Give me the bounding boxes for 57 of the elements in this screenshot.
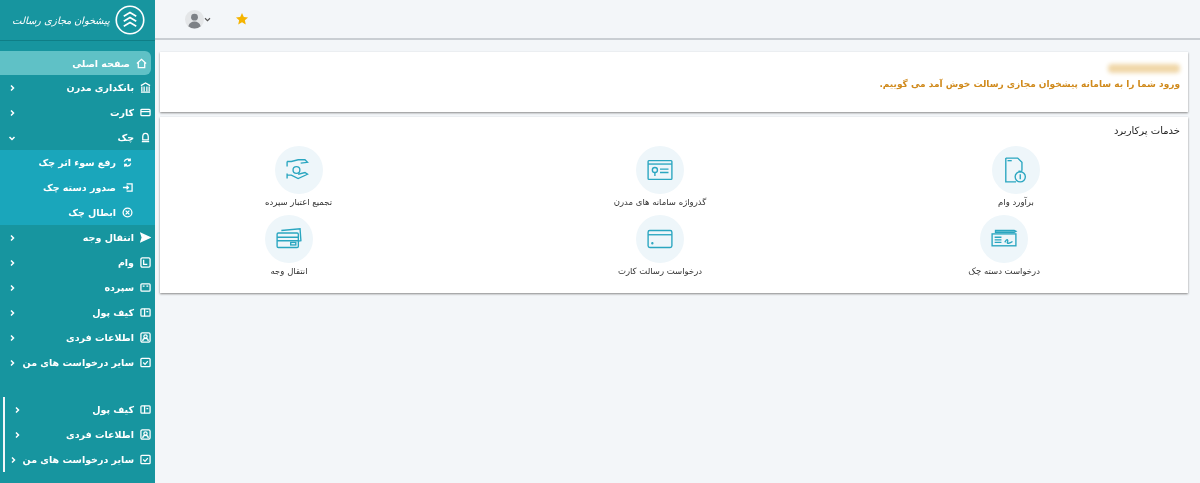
avatar-icon[interactable] [185, 9, 204, 29]
sidebar-item[interactable]: کیف پول [5, 397, 155, 422]
sidebar-item[interactable]: سایر درخواست های من [5, 447, 155, 472]
chevron-icon [8, 258, 16, 267]
submenu-item[interactable]: ابطال چک [0, 200, 155, 225]
person-icon [140, 332, 151, 343]
cancel-icon [122, 207, 133, 218]
chevron-icon [8, 283, 16, 292]
refresh-icon [122, 157, 133, 168]
chevron-icon [8, 233, 16, 242]
chevron-icon [8, 333, 16, 342]
blurred-name [1108, 64, 1180, 73]
send-icon [140, 232, 151, 243]
home-icon [136, 57, 147, 69]
logo-text: پیشخوان مجازی رسالت [11, 14, 110, 26]
chevron-icon [13, 405, 21, 414]
sidebar-item[interactable]: انتقال وجه [0, 225, 155, 250]
service-button[interactable] [636, 215, 684, 263]
caret-icon[interactable] [204, 16, 211, 22]
service-label[interactable]: انتقال وجه [270, 266, 308, 276]
service-label[interactable]: تجمیع اعتبار سپرده [265, 197, 333, 207]
sidebar-item[interactable]: کیف پول [0, 300, 155, 325]
chevron-icon [13, 430, 21, 439]
checklist-icon [140, 454, 151, 465]
service-button[interactable] [636, 146, 684, 194]
sidebar-item[interactable]: سایر درخواست های من [0, 350, 155, 375]
bank-icon [140, 82, 151, 93]
submenu-item[interactable]: رفع سوء اثر چک [0, 150, 155, 175]
service-button[interactable] [274, 146, 323, 194]
chevron-icon [8, 83, 16, 92]
logo-icon [115, 5, 145, 35]
sidebar-item[interactable]: اطلاعات فردی [5, 422, 155, 447]
chevron-icon [8, 108, 16, 117]
person-icon [140, 429, 151, 440]
service-label[interactable]: گذرواژه سامانه های مدرن [613, 197, 707, 207]
sidebar-item[interactable]: کارت [0, 100, 155, 125]
welcome-message: ورود شما را به سامانه پیشخوان مجازی رسالت خوش آمد می گوییم. [878, 79, 1180, 89]
service-label[interactable]: برآورد وام [998, 197, 1034, 207]
card-icon [140, 107, 151, 118]
service-label[interactable]: درخواست دسته چک [968, 266, 1040, 276]
section-title: خدمات پرکاربرد [1112, 125, 1180, 136]
sidebar-item[interactable]: چک [0, 125, 155, 150]
service-button[interactable] [992, 146, 1040, 194]
service-label[interactable]: درخواست رسالت کارت [617, 266, 703, 276]
chevron-icon [8, 308, 16, 317]
checklist-icon [140, 357, 151, 368]
sidebar-item[interactable]: بانکداری مدرن [0, 75, 155, 100]
sidebar-item[interactable]: اطلاعات فردی [0, 325, 155, 350]
service-button[interactable] [265, 215, 313, 263]
chevron-icon [8, 358, 16, 367]
sidebar-item[interactable]: وام [0, 250, 155, 275]
sidebar-item[interactable]: صفحه اصلی [0, 51, 151, 75]
enter-icon [122, 182, 133, 193]
star-icon[interactable] [235, 12, 249, 26]
submenu-item[interactable]: صدور دسته چک [0, 175, 155, 200]
service-button[interactable] [980, 215, 1029, 263]
sidebar-item[interactable]: سپرده [0, 275, 155, 300]
